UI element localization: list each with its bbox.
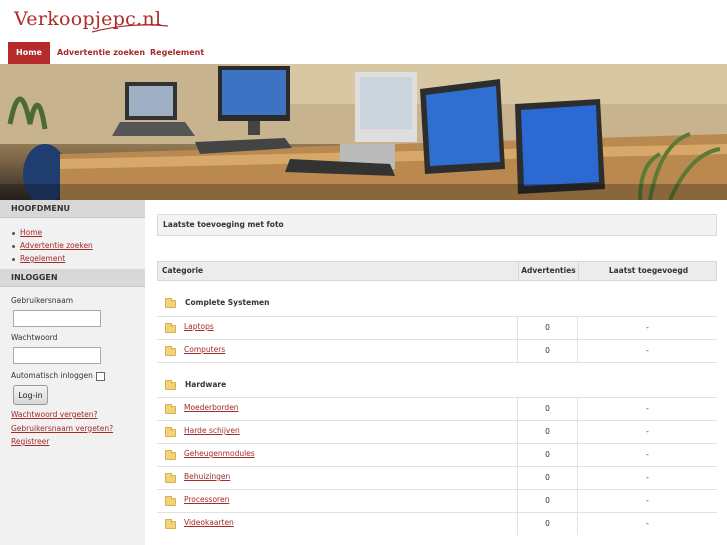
menu-item-regelement: Regelement [12,252,145,265]
group-title: Complete Systemen [185,298,270,307]
password-input[interactable] [13,347,101,364]
ad-count: 0 [517,398,577,420]
ad-count: 0 [517,467,577,489]
folder-icon [165,298,176,308]
header-ads: Advertenties [518,262,578,280]
register-link[interactable]: Registreer [11,435,145,449]
menu-link-regelement[interactable]: Regelement [20,254,65,263]
table-row: Videokaarten 0 - [157,512,717,535]
folder-icon [165,496,176,506]
group-complete-systemen: Complete Systemen [157,281,717,316]
category-link[interactable]: Geheugenmodules [184,449,255,458]
table-row: Processoren 0 - [157,489,717,512]
main-menu: Home Advertentie zoeken Regelement [0,218,145,269]
category-link[interactable]: Behuizingen [184,472,230,481]
last-added: - [577,317,717,339]
username-label: Gebruikersnaam [11,296,74,305]
nav-regelement[interactable]: Regelement [142,42,212,64]
last-added: - [577,421,717,443]
bullet-icon [12,244,15,248]
category-link[interactable]: Videokaarten [184,518,234,527]
category-link[interactable]: Processoren [184,495,229,504]
forgot-username-link[interactable]: Gebruikersnaam vergeten? [11,422,145,436]
main-content: Laatste toevoeging met foto Categorie Ad… [145,200,727,545]
menu-link-advertentie-zoeken[interactable]: Advertentie zoeken [20,241,93,250]
latest-with-photo-heading: Laatste toevoeging met foto [157,214,717,236]
menu-item-home: Home [12,226,145,239]
ad-count: 0 [517,513,577,535]
category-link[interactable]: Moederborden [184,403,239,412]
username-input[interactable] [13,310,101,327]
login-button[interactable]: Log-in [13,385,48,405]
folder-icon [165,346,176,356]
bullet-icon [12,231,15,235]
menu-item-advertentie-zoeken: Advertentie zoeken [12,239,145,252]
nav-advertentie-zoeken[interactable]: Advertentie zoeken [49,42,153,64]
group-hardware: Hardware [157,362,717,397]
folder-icon [165,450,176,460]
header-category: Categorie [162,266,204,275]
category-link[interactable]: Harde schijven [184,426,240,435]
office-desk-photo [0,64,727,200]
ad-count: 0 [517,421,577,443]
last-added: - [577,340,717,362]
category-link[interactable]: Laptops [184,322,214,331]
category-table: Categorie Advertenties Laatst toegevoegd… [157,261,717,535]
ad-count: 0 [517,340,577,362]
table-row: Moederborden 0 - [157,397,717,420]
last-added: - [577,490,717,512]
forgot-password-link[interactable]: Wachtwoord vergeten? [11,408,145,422]
table-row: Behuizingen 0 - [157,466,717,489]
last-added: - [577,467,717,489]
ad-count: 0 [517,490,577,512]
menu-heading: HOOFDMENU [0,200,145,218]
login-form: Gebruikersnaam Wachtwoord Automatisch in… [0,287,145,449]
nav-home[interactable]: Home [8,42,50,64]
auto-login-label: Automatisch inloggen [11,371,93,380]
site-header: Verkoopjepc.nl [0,0,727,42]
table-row: Harde schijven 0 - [157,420,717,443]
table-row: Computers 0 - [157,339,717,362]
logo-swoosh-icon [91,24,169,33]
bullet-icon [12,257,15,261]
table-header: Categorie Advertenties Laatst toegevoegd [157,261,717,281]
ad-count: 0 [517,317,577,339]
table-row: Geheugenmodules 0 - [157,443,717,466]
folder-icon [165,323,176,333]
menu-link-home[interactable]: Home [20,228,42,237]
folder-icon [165,404,176,414]
last-added: - [577,513,717,535]
category-link[interactable]: Computers [184,345,225,354]
ad-count: 0 [517,444,577,466]
folder-icon [165,473,176,483]
last-added: - [577,444,717,466]
top-nav: Home Advertentie zoeken Regelement [0,42,727,64]
group-title: Hardware [185,380,227,389]
header-banner-image [0,64,727,200]
folder-icon [165,427,176,437]
sidebar: HOOFDMENU Home Advertentie zoeken Regele… [0,200,145,545]
auto-login-checkbox[interactable] [95,371,105,381]
header-last-added: Laatst toegevoegd [578,262,718,280]
password-label: Wachtwoord [11,333,58,342]
login-heading: INLOGGEN [0,269,145,287]
folder-icon [165,519,176,529]
folder-icon [165,380,176,390]
auto-login-row: Automatisch inloggen [11,369,145,383]
last-added: - [577,398,717,420]
table-row: Laptops 0 - [157,316,717,339]
